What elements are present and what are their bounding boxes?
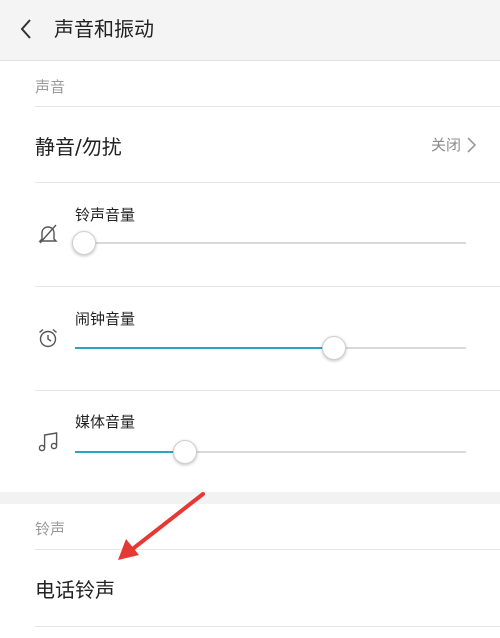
app-header: 声音和振动 [0, 0, 500, 61]
media-volume-slider[interactable] [75, 440, 466, 464]
divider [35, 626, 500, 627]
section-header-ringtone: 铃声 [35, 520, 66, 538]
slider-thumb[interactable] [71, 231, 96, 255]
divider [35, 286, 500, 287]
back-button[interactable] [14, 16, 38, 42]
alarm-clock-icon [39, 328, 57, 348]
mute-row[interactable]: 静音/勿扰 关闭 [0, 107, 500, 182]
ringtone-volume-slider[interactable] [71, 231, 466, 255]
bell-off-icon [38, 224, 58, 244]
alarm-volume-label: 闹钟音量 [75, 310, 136, 328]
chevron-left-icon [20, 19, 31, 39]
alarm-volume-slider[interactable] [75, 336, 466, 360]
mute-status: 关闭 [431, 134, 476, 155]
slider-fill [75, 347, 334, 349]
page-title: 声音和振动 [54, 17, 154, 41]
slider-thumb[interactable] [173, 440, 198, 464]
slider-thumb[interactable] [322, 336, 347, 360]
mute-value: 关闭 [430, 136, 461, 154]
phone-ringtone-label: 电话铃声 [35, 578, 115, 602]
section-separator [0, 492, 500, 504]
media-volume-label: 媒体音量 [75, 413, 136, 431]
chevron-right-icon [467, 136, 476, 153]
ringtone-volume-label: 铃声音量 [75, 206, 136, 224]
mute-label: 静音/勿扰 [35, 135, 122, 159]
divider [35, 182, 500, 183]
phone-ringtone-row[interactable]: 电话铃声 [0, 550, 500, 626]
music-note-icon [38, 432, 58, 452]
slider-fill [75, 451, 185, 453]
section-header-sound: 声音 [35, 78, 66, 96]
divider [35, 390, 500, 391]
